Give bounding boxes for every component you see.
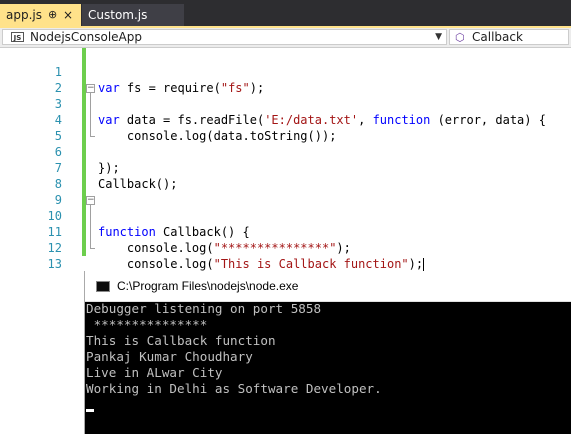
code-text: var fs = require("fs");: [98, 81, 265, 95]
console-app-icon: [96, 281, 110, 292]
line-number: 13: [47, 257, 62, 271]
outline-guide-end: [90, 248, 95, 249]
outline-guide-end: [90, 136, 95, 137]
code-text: console.log(data.toString());: [98, 129, 337, 143]
code-text: console.log("***************");: [98, 241, 351, 255]
code-line: 3 var data = fs.readFile('E:/data.txt', …: [0, 80, 546, 127]
text-caret: [423, 258, 425, 271]
navigation-bar: JS NodejsConsoleApp ▼ ⬡ Callback: [0, 28, 571, 48]
console-title: C:\Program Files\nodejs\node.exe: [117, 279, 299, 293]
tab-label: Custom.js: [88, 8, 148, 22]
close-icon[interactable]: ×: [63, 4, 73, 26]
code-text: console.log("This is Callback function")…: [98, 257, 425, 271]
code-line: 13 }: [0, 240, 106, 287]
code-line: 7 Callback();: [0, 144, 178, 191]
console-cursor: [86, 409, 94, 412]
pin-icon[interactable]: ⊕: [48, 4, 57, 26]
console-output-line: Debugger listening on port 5858: [86, 301, 322, 316]
code-line: 8: [0, 160, 62, 191]
console-output-line: Working in Delhi as Software Developer.: [86, 381, 382, 396]
tab-app-js[interactable]: app.js ⊕ ×: [0, 4, 81, 26]
collapse-icon[interactable]: −: [86, 196, 95, 205]
code-line: 1 var fs = require("fs");: [0, 48, 264, 95]
code-line: 2: [0, 64, 62, 95]
console-output-line: Live in ALwar City: [86, 365, 223, 380]
method-cube-icon: ⬡: [455, 31, 465, 44]
code-line: 9: [0, 176, 62, 207]
project-dropdown[interactable]: JS NodejsConsoleApp ▼: [2, 29, 447, 45]
js-project-icon: JS: [11, 32, 24, 42]
document-tab-bar: app.js ⊕ × Custom.js: [0, 0, 571, 26]
console-output-line: Pankaj Kumar Choudhary: [86, 349, 253, 364]
console-title-bar[interactable]: C:\Program Files\nodejs\node.exe: [85, 271, 571, 302]
code-line: 6 });: [0, 128, 120, 175]
project-dropdown-value: NodejsConsoleApp: [30, 30, 142, 44]
code-text: Callback();: [98, 177, 178, 191]
change-tracking-bar: [82, 48, 86, 256]
member-dropdown[interactable]: ⬡ Callback: [449, 29, 569, 45]
code-text: });: [98, 161, 120, 175]
tab-custom-js[interactable]: Custom.js: [82, 4, 184, 26]
collapse-icon[interactable]: −: [86, 84, 95, 93]
console-output-line: This is Callback function: [86, 333, 276, 348]
chevron-down-icon: ▼: [435, 32, 442, 42]
outline-guide: [90, 93, 91, 137]
code-text: var data = fs.readFile('E:/data.txt', fu…: [98, 113, 546, 127]
code-line: 10 function Callback() {: [0, 192, 250, 239]
code-text: function Callback() {: [98, 225, 250, 239]
member-dropdown-value: Callback: [472, 30, 523, 44]
node-console-window[interactable]: C:\Program Files\nodejs\node.exe Debugge…: [84, 271, 571, 434]
code-line: 5: [0, 112, 62, 143]
console-output-line: ***************: [86, 317, 208, 332]
code-line: 4 console.log(data.toString());: [0, 96, 337, 143]
tab-label: app.js: [6, 8, 42, 22]
code-line: 12 console.log("This is Callback functio…: [0, 224, 425, 271]
code-line: 11 console.log("***************");: [0, 208, 351, 255]
outline-guide: [90, 205, 91, 249]
